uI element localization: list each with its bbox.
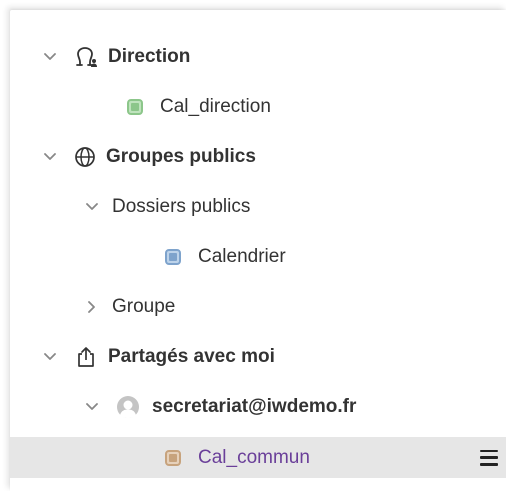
tree-item-partages-avec-moi[interactable]: Partagés avec moi	[10, 332, 506, 382]
tree-item-label: secretariat@iwdemo.fr	[152, 396, 357, 417]
tree-item-label: Calendrier	[198, 246, 286, 267]
folder-tree-panel: Direction Cal_direction Groupes publics	[10, 10, 506, 491]
tree-item-label: Partagés avec moi	[108, 346, 275, 367]
tree-item-label: Dossiers publics	[112, 196, 251, 217]
chevron-down-icon[interactable]	[42, 349, 58, 365]
menu-icon[interactable]	[472, 437, 506, 478]
globe-icon	[74, 146, 96, 168]
tree-item-secretariat[interactable]: secretariat@iwdemo.fr	[10, 382, 506, 432]
share-icon	[76, 346, 96, 368]
chevron-down-icon[interactable]	[42, 49, 58, 65]
chevron-right-icon[interactable]	[84, 299, 100, 315]
calendar-blue-icon	[165, 249, 181, 265]
tree-item-label: Cal_commun	[198, 446, 310, 468]
tree-item-calendrier[interactable]: Calendrier	[10, 232, 506, 282]
calendar-tan-icon	[165, 449, 181, 466]
tree-item-label: Groupe	[112, 296, 176, 317]
tree-item-groupe[interactable]: Groupe	[10, 282, 506, 332]
calendar-green-icon	[127, 99, 143, 115]
tree-item-direction[interactable]: Direction	[10, 32, 506, 82]
tree-item-label: Groupes publics	[106, 146, 256, 167]
tree-item-groupes-publics[interactable]: Groupes publics	[10, 132, 506, 182]
folder-tree: Direction Cal_direction Groupes publics	[10, 32, 506, 478]
avatar-icon	[116, 395, 140, 419]
tree-item-label: Cal_direction	[160, 96, 271, 117]
group-person-icon	[76, 46, 98, 68]
chevron-down-icon[interactable]	[84, 199, 100, 215]
chevron-down-icon[interactable]	[42, 149, 58, 165]
tree-item-label: Direction	[108, 46, 191, 67]
tree-item-cal-commun[interactable]: Cal_commun	[10, 437, 506, 478]
tree-item-cal-direction[interactable]: Cal_direction	[10, 82, 506, 132]
tree-item-dossiers-publics[interactable]: Dossiers publics	[10, 182, 506, 232]
chevron-down-icon[interactable]	[84, 399, 100, 415]
